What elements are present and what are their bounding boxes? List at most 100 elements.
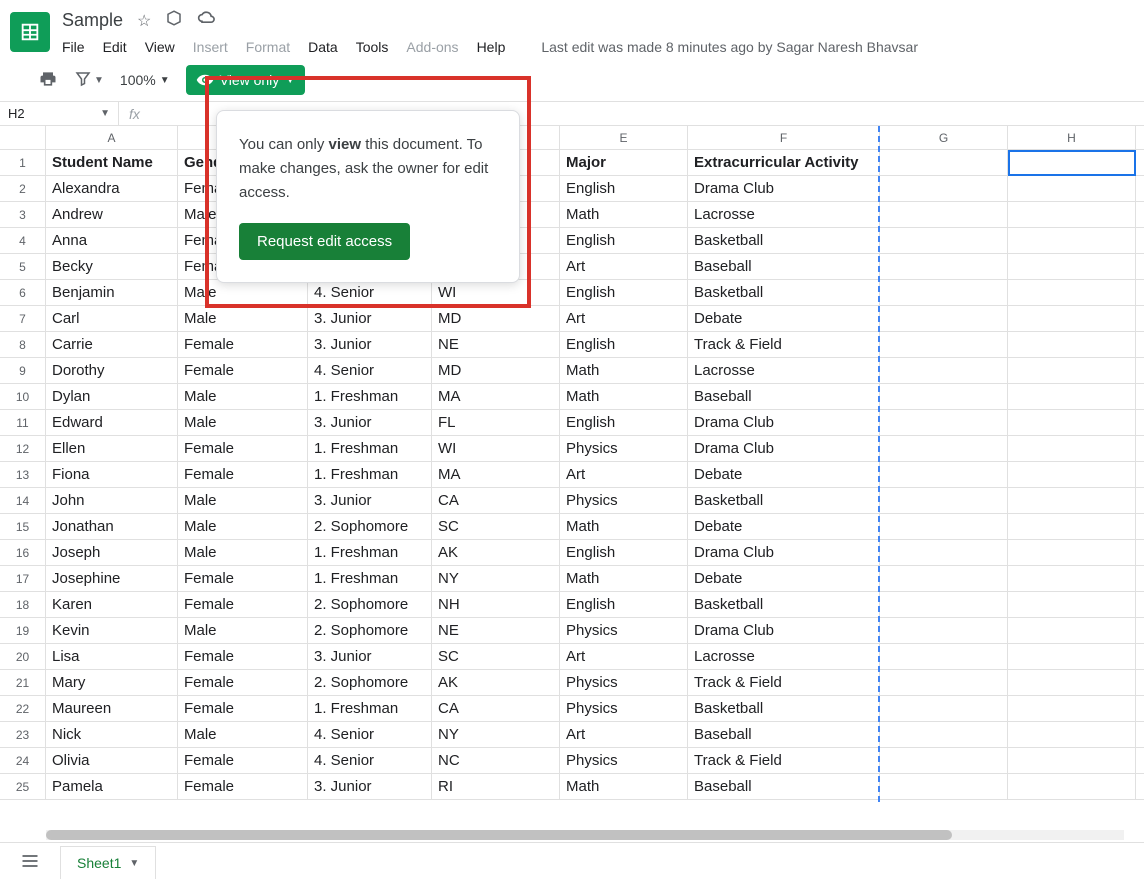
cell[interactable]: Female bbox=[178, 644, 308, 669]
cell[interactable] bbox=[880, 462, 1008, 487]
cell[interactable]: Lacrosse bbox=[688, 202, 880, 227]
row-header[interactable]: 8 bbox=[0, 332, 46, 357]
cell[interactable]: 1. Freshman bbox=[308, 384, 432, 409]
row-header[interactable]: 2 bbox=[0, 176, 46, 201]
cell[interactable]: Male bbox=[178, 722, 308, 747]
cell[interactable]: Mary bbox=[46, 670, 178, 695]
menu-data[interactable]: Data bbox=[308, 39, 338, 55]
column-header-F[interactable]: F bbox=[688, 126, 880, 149]
cell[interactable]: CA bbox=[432, 488, 560, 513]
cell[interactable]: NH bbox=[432, 592, 560, 617]
cell[interactable]: English bbox=[560, 280, 688, 305]
cell[interactable]: NY bbox=[432, 722, 560, 747]
cell[interactable]: Math bbox=[560, 384, 688, 409]
cell[interactable]: Female bbox=[178, 436, 308, 461]
row-header[interactable]: 9 bbox=[0, 358, 46, 383]
cell[interactable]: Carrie bbox=[46, 332, 178, 357]
cell[interactable]: Jonathan bbox=[46, 514, 178, 539]
cell[interactable]: Basketball bbox=[688, 592, 880, 617]
cell[interactable] bbox=[880, 774, 1008, 799]
cell[interactable]: 2. Sophomore bbox=[308, 670, 432, 695]
cell[interactable]: Benjamin bbox=[46, 280, 178, 305]
cell[interactable]: Basketball bbox=[688, 696, 880, 721]
sheet-tab[interactable]: Sheet1 ▼ bbox=[60, 846, 156, 879]
cell[interactable] bbox=[1008, 306, 1136, 331]
column-header-A[interactable]: A bbox=[46, 126, 178, 149]
cell[interactable]: 2. Sophomore bbox=[308, 592, 432, 617]
row-header[interactable]: 5 bbox=[0, 254, 46, 279]
row-header[interactable]: 15 bbox=[0, 514, 46, 539]
cell[interactable]: Major bbox=[560, 150, 688, 175]
cell[interactable]: Student Name bbox=[46, 150, 178, 175]
cell[interactable]: Male bbox=[178, 384, 308, 409]
row-header[interactable]: 19 bbox=[0, 618, 46, 643]
cell[interactable]: Female bbox=[178, 332, 308, 357]
view-only-button[interactable]: View only ▼ bbox=[186, 65, 306, 95]
cell[interactable]: 1. Freshman bbox=[308, 566, 432, 591]
cell[interactable] bbox=[880, 488, 1008, 513]
cell[interactable]: 3. Junior bbox=[308, 410, 432, 435]
cell[interactable]: MD bbox=[432, 358, 560, 383]
row-header[interactable]: 4 bbox=[0, 228, 46, 253]
cell[interactable]: Dylan bbox=[46, 384, 178, 409]
cell[interactable]: Basketball bbox=[688, 228, 880, 253]
cell[interactable]: Baseball bbox=[688, 774, 880, 799]
column-header-E[interactable]: E bbox=[560, 126, 688, 149]
cell[interactable]: 4. Senior bbox=[308, 722, 432, 747]
cell[interactable]: 3. Junior bbox=[308, 644, 432, 669]
cell[interactable] bbox=[1008, 254, 1136, 279]
cell[interactable] bbox=[880, 176, 1008, 201]
cell[interactable] bbox=[1008, 228, 1136, 253]
cell[interactable]: FL bbox=[432, 410, 560, 435]
cell[interactable]: SC bbox=[432, 514, 560, 539]
cell[interactable]: Female bbox=[178, 696, 308, 721]
cell[interactable]: NC bbox=[432, 748, 560, 773]
cell[interactable]: Debate bbox=[688, 514, 880, 539]
cell[interactable] bbox=[1008, 410, 1136, 435]
cell[interactable] bbox=[1008, 280, 1136, 305]
cell[interactable]: Male bbox=[178, 618, 308, 643]
cell[interactable]: Drama Club bbox=[688, 410, 880, 435]
last-edit-info[interactable]: Last edit was made 8 minutes ago by Saga… bbox=[541, 39, 918, 55]
cell[interactable]: Baseball bbox=[688, 384, 880, 409]
cell[interactable]: Drama Club bbox=[688, 618, 880, 643]
row-header[interactable]: 14 bbox=[0, 488, 46, 513]
cell[interactable]: Male bbox=[178, 540, 308, 565]
cell[interactable] bbox=[880, 410, 1008, 435]
cell[interactable] bbox=[1008, 774, 1136, 799]
cell[interactable]: Karen bbox=[46, 592, 178, 617]
cell[interactable]: 3. Junior bbox=[308, 306, 432, 331]
zoom-selector[interactable]: 100% ▼ bbox=[120, 72, 170, 88]
sheets-logo[interactable] bbox=[10, 12, 50, 52]
cell[interactable] bbox=[1008, 696, 1136, 721]
cell[interactable]: Math bbox=[560, 514, 688, 539]
row-header[interactable]: 16 bbox=[0, 540, 46, 565]
cell[interactable]: Art bbox=[560, 722, 688, 747]
cell[interactable]: Art bbox=[560, 644, 688, 669]
cell[interactable]: Maureen bbox=[46, 696, 178, 721]
cell[interactable]: Joseph bbox=[46, 540, 178, 565]
print-icon[interactable] bbox=[38, 69, 58, 92]
request-edit-access-button[interactable]: Request edit access bbox=[239, 223, 410, 260]
cell[interactable]: 3. Junior bbox=[308, 332, 432, 357]
cell[interactable]: WI bbox=[432, 280, 560, 305]
cell[interactable]: Basketball bbox=[688, 280, 880, 305]
cell[interactable]: MD bbox=[432, 306, 560, 331]
cell[interactable]: Drama Club bbox=[688, 436, 880, 461]
cell[interactable]: WI bbox=[432, 436, 560, 461]
cell[interactable]: Male bbox=[178, 306, 308, 331]
row-header[interactable]: 10 bbox=[0, 384, 46, 409]
cell[interactable]: Male bbox=[178, 410, 308, 435]
cell[interactable]: Female bbox=[178, 670, 308, 695]
cell[interactable] bbox=[880, 670, 1008, 695]
cell[interactable]: SC bbox=[432, 644, 560, 669]
cell[interactable] bbox=[1008, 358, 1136, 383]
row-header[interactable]: 22 bbox=[0, 696, 46, 721]
cell[interactable]: Olivia bbox=[46, 748, 178, 773]
cell[interactable] bbox=[1008, 202, 1136, 227]
cell[interactable] bbox=[880, 748, 1008, 773]
cell[interactable]: Male bbox=[178, 514, 308, 539]
cell[interactable]: AK bbox=[432, 670, 560, 695]
cell[interactable]: Baseball bbox=[688, 254, 880, 279]
row-header[interactable]: 21 bbox=[0, 670, 46, 695]
